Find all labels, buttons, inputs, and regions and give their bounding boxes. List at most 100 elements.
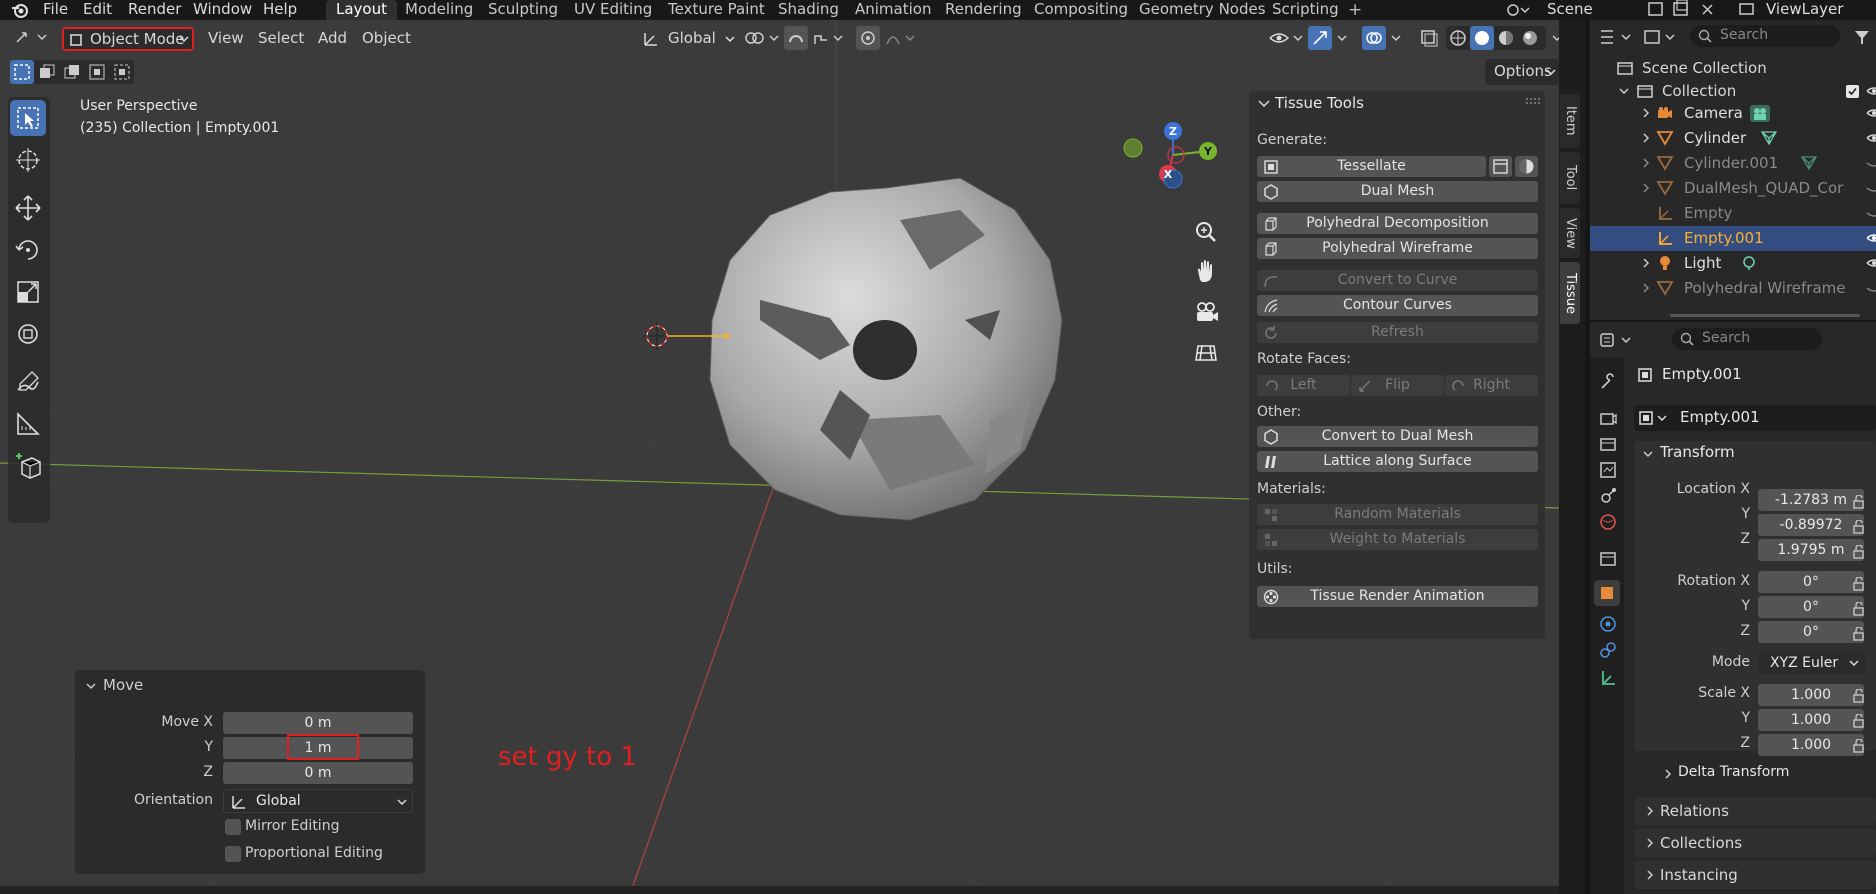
scene-delete-icon[interactable]	[1698, 0, 1718, 18]
object-data-tab-icon[interactable]	[1598, 668, 1618, 688]
rotation-mode-dropdown[interactable]: XYZ Euler	[1758, 652, 1866, 674]
select-new-icon[interactable]	[10, 60, 34, 84]
outliner-scene-collection[interactable]: Scene Collection	[1590, 56, 1876, 81]
polyhedral-decomposition-button[interactable]: Polyhedral Decomposition	[1257, 213, 1538, 234]
object-name-field[interactable]: Empty.001	[1634, 405, 1876, 431]
scale-x-field[interactable]: 1.000	[1758, 684, 1864, 706]
outliner-item-cylinder[interactable]: Cylinder	[1590, 126, 1876, 151]
outliner-filter-display-icon[interactable]	[1642, 27, 1682, 47]
hidden-eye-icon[interactable]	[1866, 184, 1876, 196]
instancing-section[interactable]: Instancing	[1634, 861, 1876, 889]
editor-type-icon[interactable]	[14, 28, 50, 46]
flip-button[interactable]: Flip	[1351, 375, 1444, 396]
outliner-item-empty-001[interactable]: Empty.001	[1590, 226, 1876, 251]
xray-toggle-icon[interactable]	[1418, 27, 1440, 49]
select-intersect-icon[interactable]	[110, 60, 134, 84]
mesh-data-icon[interactable]	[1800, 155, 1818, 171]
cursor-tool-icon[interactable]	[10, 142, 46, 178]
proportional-editing-icon[interactable]	[856, 26, 880, 50]
scale-z-field[interactable]: 1.000	[1758, 734, 1864, 756]
tessellate-settings-icon[interactable]	[1489, 156, 1512, 177]
menu-edit[interactable]: Edit	[83, 0, 112, 18]
transform-tool-icon[interactable]	[10, 316, 46, 352]
panel-drag-icon[interactable]	[1525, 97, 1541, 107]
output-tab-icon[interactable]	[1598, 434, 1618, 454]
move-panel-title[interactable]: Move	[103, 676, 143, 694]
camera-view-icon[interactable]	[1190, 296, 1222, 328]
visibility-eye-icon[interactable]	[1866, 107, 1876, 119]
select-invert-icon[interactable]	[85, 60, 109, 84]
rendered-shading-icon[interactable]	[1521, 29, 1539, 47]
tab-compositing[interactable]: Compositing	[1024, 0, 1138, 20]
visibility-eye-icon[interactable]	[1268, 28, 1308, 48]
render-tab-icon[interactable]	[1598, 408, 1618, 428]
panel-collapse-icon[interactable]	[1257, 97, 1271, 111]
refresh-button[interactable]: Refresh	[1257, 322, 1538, 343]
scene-new-icon[interactable]	[1671, 0, 1691, 18]
outliner-editor-icon[interactable]	[1598, 27, 1638, 47]
chevron-right-icon[interactable]	[1640, 182, 1652, 194]
dual-mesh-button[interactable]: Dual Mesh	[1257, 181, 1538, 202]
add-workspace-button[interactable]: +	[1348, 0, 1362, 20]
move-y-field[interactable]: 1 m	[223, 734, 413, 760]
object-tab-icon[interactable]	[1594, 580, 1620, 606]
hidden-eye-icon[interactable]	[1866, 209, 1876, 221]
snap-toggle-icon[interactable]	[784, 26, 808, 50]
mirror-editing-checkbox[interactable]	[225, 819, 241, 835]
viewport-menu-object[interactable]: Object	[362, 29, 411, 47]
chevron-down-icon[interactable]	[85, 680, 97, 692]
lock-icon[interactable]	[1852, 739, 1866, 753]
collections-section[interactable]: Collections	[1634, 829, 1876, 857]
shading-options-icon[interactable]	[1552, 28, 1559, 48]
select-subtract-icon[interactable]	[60, 60, 84, 84]
viewport-menu-view[interactable]: View	[208, 29, 244, 47]
solid-shading-icon[interactable]	[1470, 26, 1494, 50]
rotation-z-field[interactable]: 0°	[1758, 621, 1864, 643]
location-x-field[interactable]: -1.2783 m	[1758, 489, 1864, 511]
visibility-eye-icon[interactable]	[1866, 132, 1876, 144]
sidebar-tab-tool[interactable]: Tool	[1560, 152, 1580, 204]
gizmo-toggle-icon[interactable]	[1308, 26, 1332, 50]
select-extend-icon[interactable]	[35, 60, 59, 84]
chevron-right-icon[interactable]	[1640, 157, 1652, 169]
lock-icon[interactable]	[1852, 495, 1866, 509]
view-layer-tab-icon[interactable]	[1598, 460, 1618, 480]
sidebar-tab-view[interactable]: View	[1560, 208, 1580, 258]
mesh-data-icon[interactable]	[1760, 130, 1778, 146]
tessellate-button[interactable]: Tessellate	[1257, 156, 1486, 177]
tab-shading[interactable]: Shading	[768, 0, 849, 20]
navigation-gizmo[interactable]: Z Y X	[1110, 95, 1230, 215]
rotate-tool-icon[interactable]	[10, 232, 46, 268]
zoom-icon[interactable]	[1190, 216, 1222, 248]
menu-render[interactable]: Render	[128, 0, 181, 18]
location-y-field[interactable]: -0.89972	[1758, 514, 1864, 536]
tab-scripting[interactable]: Scripting	[1262, 0, 1349, 20]
select-box-tool-icon[interactable]	[10, 100, 46, 136]
menu-window[interactable]: Window	[193, 0, 252, 18]
light-data-icon[interactable]	[1740, 255, 1758, 271]
rotation-x-field[interactable]: 0°	[1758, 571, 1864, 593]
ortho-grid-icon[interactable]	[1190, 336, 1222, 368]
overlay-toggle-icon[interactable]	[1362, 26, 1386, 50]
rotate-left-button[interactable]: Left	[1257, 375, 1350, 396]
convert-to-dual-mesh-button[interactable]: Convert to Dual Mesh	[1257, 426, 1538, 447]
outliner-item-light[interactable]: Light	[1590, 251, 1876, 276]
scene-browse-icon[interactable]	[1646, 0, 1666, 18]
move-x-field[interactable]: 0 m	[223, 712, 413, 734]
chevron-right-icon[interactable]	[1662, 768, 1674, 780]
chevron-down-icon[interactable]	[1642, 448, 1654, 460]
viewport-menu-select[interactable]: Select	[258, 29, 304, 47]
chevron-right-icon[interactable]	[1640, 257, 1652, 269]
outliner-item-dualmesh[interactable]: DualMesh_QUAD_Cor	[1590, 176, 1876, 201]
tab-uv-editing[interactable]: UV Editing	[564, 0, 662, 20]
chevron-right-icon[interactable]	[1640, 107, 1652, 119]
tab-texture-paint[interactable]: Texture Paint	[658, 0, 775, 20]
move-tool-icon[interactable]	[10, 190, 46, 226]
camera-data-icon[interactable]	[1750, 105, 1770, 122]
outliner-scrollbar[interactable]	[1670, 314, 1860, 317]
chevron-right-icon[interactable]	[1640, 282, 1652, 294]
constraints-tab-icon[interactable]	[1598, 640, 1618, 660]
outliner-item-polyhedral-wireframe[interactable]: Polyhedral Wireframe	[1590, 276, 1876, 301]
transform-orientation-dropdown[interactable]: Global	[638, 28, 738, 50]
random-materials-button[interactable]: Random Materials	[1257, 504, 1538, 525]
